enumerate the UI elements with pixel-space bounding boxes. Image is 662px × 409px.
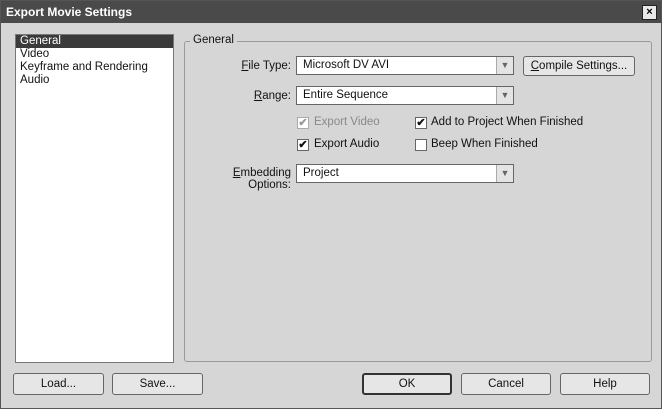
file-type-value: Microsoft DV AVI — [303, 59, 390, 71]
file-type-label-text: ile Type: — [248, 60, 291, 72]
file-type-select[interactable]: Microsoft DV AVI ▼ — [296, 56, 514, 75]
window-title: Export Movie Settings — [6, 5, 133, 19]
cancel-button[interactable]: Cancel — [461, 373, 551, 395]
sidebar-item-video[interactable]: Video — [16, 48, 173, 61]
file-type-label: File Type: — [201, 60, 291, 72]
sidebar-item-general[interactable]: General — [16, 35, 173, 48]
export-audio-label: Export Audio — [314, 138, 380, 150]
compile-settings-mnemonic: C — [530, 60, 540, 72]
embedding-options-value: Project — [303, 167, 339, 179]
embedding-label-text: mbedding Options: — [240, 167, 291, 191]
sidebar-item-audio[interactable]: Audio — [16, 74, 173, 87]
range-label: Range: — [201, 90, 291, 102]
embedding-options-select[interactable]: Project ▼ — [296, 164, 514, 183]
chevron-down-icon[interactable]: ▼ — [496, 57, 513, 74]
category-list: General Video Keyframe and Rendering Aud… — [15, 34, 174, 363]
range-label-mnemonic: R — [253, 90, 263, 102]
sidebar-item-keyframe-and-rendering[interactable]: Keyframe and Rendering — [16, 61, 173, 74]
help-button[interactable]: Help — [560, 373, 650, 395]
export-audio-checkbox[interactable]: ✔ — [297, 139, 309, 151]
title-bar: Export Movie Settings × — [1, 1, 661, 23]
add-to-project-label: Add to Project When Finished — [431, 116, 584, 128]
export-movie-settings-dialog: Export Movie Settings × General Video Ke… — [0, 0, 662, 409]
range-value: Entire Sequence — [303, 89, 389, 101]
range-label-text: ange: — [262, 90, 291, 102]
beep-when-finished-checkbox[interactable] — [415, 139, 427, 151]
load-button[interactable]: Load... — [13, 373, 104, 395]
beep-when-finished-label: Beep When Finished — [431, 138, 538, 150]
close-icon[interactable]: × — [642, 5, 657, 20]
group-title: General — [190, 34, 237, 46]
compile-settings-button[interactable]: Compile Settings... — [523, 56, 635, 76]
save-button[interactable]: Save... — [112, 373, 203, 395]
export-video-label: Export Video — [314, 116, 380, 128]
add-to-project-checkbox[interactable]: ✔ — [415, 117, 427, 129]
embedding-options-label: Embedding Options: — [187, 167, 291, 191]
range-select[interactable]: Entire Sequence ▼ — [296, 86, 514, 105]
compile-settings-label: ompile Settings... — [539, 60, 628, 72]
chevron-down-icon[interactable]: ▼ — [496, 165, 513, 182]
chevron-down-icon[interactable]: ▼ — [496, 87, 513, 104]
export-video-checkbox[interactable]: ✔ — [297, 117, 309, 129]
ok-button[interactable]: OK — [362, 373, 452, 395]
